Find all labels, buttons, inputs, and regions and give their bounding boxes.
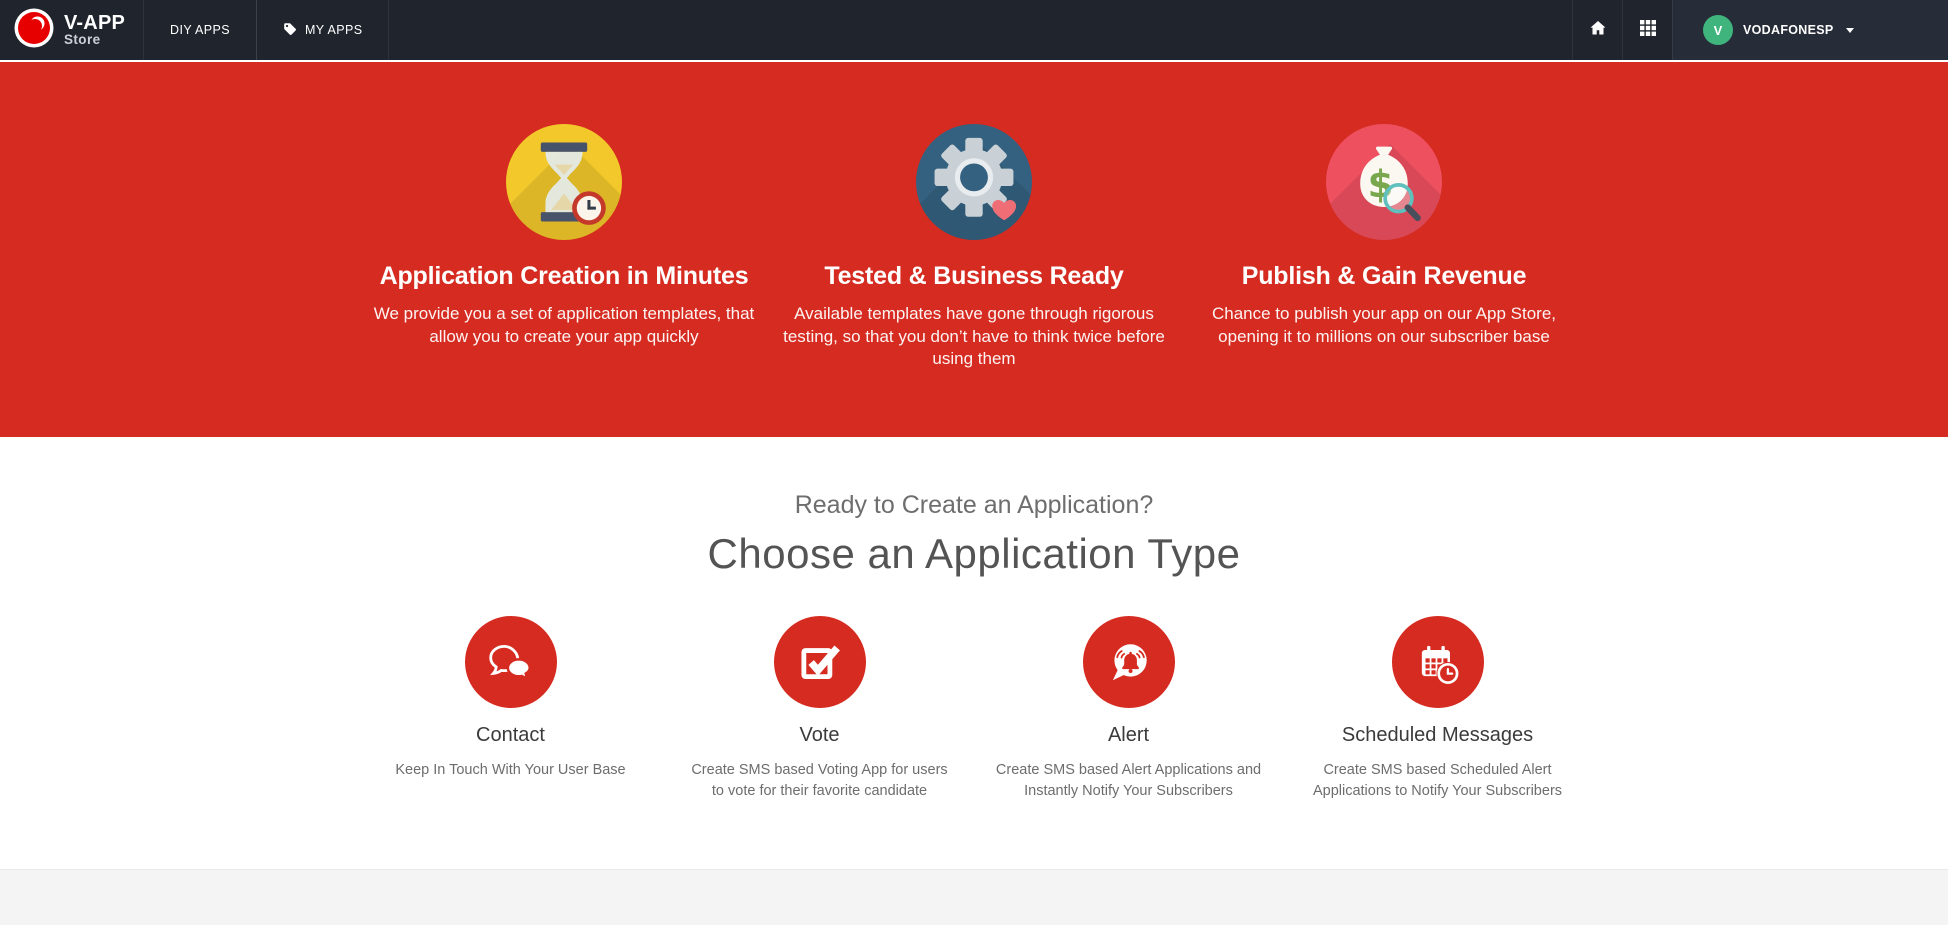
alert-bell-icon xyxy=(1082,616,1175,708)
navbar-right-group: V VODAFONESP xyxy=(1572,0,1948,60)
feature-title: Application Creation in Minutes xyxy=(379,262,749,290)
home-button[interactable] xyxy=(1572,0,1622,60)
brand-logo[interactable]: V-APP Store xyxy=(0,0,143,60)
type-description: Create SMS based Voting App for users to… xyxy=(691,762,948,800)
avatar: V xyxy=(1703,15,1733,45)
brand-text: V-APP Store xyxy=(64,13,125,47)
brand-title: V-APP xyxy=(64,11,126,34)
nav-item-diy-apps[interactable]: DIY APPS xyxy=(143,0,257,60)
hourglass-clock-icon xyxy=(506,124,622,240)
tag-icon xyxy=(283,22,297,39)
feature-description: Available templates have gone through ri… xyxy=(783,304,1165,369)
user-menu[interactable]: V VODAFONESP xyxy=(1672,0,1948,60)
type-description: Create SMS based Scheduled Alert Applica… xyxy=(1312,762,1563,800)
type-card-vote[interactable]: Vote Create SMS based Voting App for use… xyxy=(677,616,962,802)
type-card-scheduled-messages[interactable]: Scheduled Messages Create SMS based Sche… xyxy=(1295,616,1580,802)
brand-subtitle: Store xyxy=(64,32,101,48)
hero-section: Application Creation in Minutes We provi… xyxy=(0,62,1948,437)
type-label: Vote xyxy=(799,724,840,746)
page: V-APP Store DIY APPS MY APPS V VODAFONES… xyxy=(0,0,1948,925)
type-description: Create SMS based Alert Applications and … xyxy=(995,762,1262,800)
feature-card-tested: Tested & Business Ready Available templa… xyxy=(769,124,1179,437)
choose-title: Choose an Application Type xyxy=(707,530,1241,577)
type-label: Scheduled Messages xyxy=(1341,724,1534,746)
apps-grid-icon xyxy=(1639,19,1657,42)
chat-bubbles-icon xyxy=(464,616,557,708)
nav-item-label: MY APPS xyxy=(304,23,363,37)
gear-heart-icon xyxy=(916,124,1032,240)
type-card-alert[interactable]: Alert Create SMS based Alert Application… xyxy=(986,616,1271,802)
vodafone-logo-icon xyxy=(14,8,54,53)
top-navbar: V-APP Store DIY APPS MY APPS V VODAFONES… xyxy=(0,0,1948,60)
feature-title: Tested & Business Ready xyxy=(824,262,1124,290)
type-label: Alert xyxy=(1107,724,1150,746)
feature-title: Publish & Gain Revenue xyxy=(1241,262,1527,290)
app-type-row: Contact Keep In Touch With Your User Bas… xyxy=(0,616,1948,802)
feature-description: Chance to publish your app on our App St… xyxy=(1211,304,1556,346)
apps-grid-button[interactable] xyxy=(1622,0,1672,60)
calendar-clock-icon xyxy=(1391,616,1484,708)
money-bag-icon: $ xyxy=(1326,124,1442,240)
feature-card-revenue: $ Publish & Gain Revenue Chance to publi… xyxy=(1179,124,1589,437)
feature-description: We provide you a set of application temp… xyxy=(373,304,755,346)
type-card-contact[interactable]: Contact Keep In Touch With Your User Bas… xyxy=(368,616,653,802)
nav-item-label: DIY APPS xyxy=(170,23,230,37)
home-icon xyxy=(1589,19,1607,42)
type-description: Keep In Touch With Your User Base xyxy=(395,762,626,778)
user-name: VODAFONESP xyxy=(1743,23,1834,37)
choose-subtitle: Ready to Create an Application? xyxy=(794,491,1154,519)
caret-down-icon xyxy=(1845,27,1854,33)
type-label: Contact xyxy=(476,724,545,746)
nav-item-my-apps[interactable]: MY APPS xyxy=(255,0,390,60)
choose-section: Ready to Create an Application? Choose a… xyxy=(0,437,1948,869)
feature-card-creation: Application Creation in Minutes We provi… xyxy=(359,124,769,437)
footer-bar xyxy=(0,869,1948,925)
checkbox-check-icon xyxy=(773,616,866,708)
